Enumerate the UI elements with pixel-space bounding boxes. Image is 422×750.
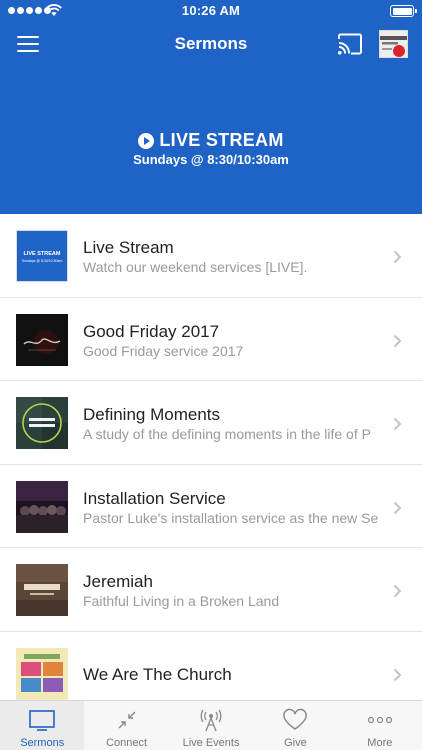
sermon-subtitle: Good Friday service 2017	[83, 342, 244, 359]
cast-icon[interactable]	[337, 33, 363, 55]
tab-label: Sermons	[20, 737, 65, 749]
tab-give[interactable]: Give	[253, 701, 337, 750]
tab-label: More	[367, 737, 393, 749]
chevron-right-icon	[393, 584, 402, 598]
sermon-item-good-friday[interactable]: Good Friday 2017 Good Friday service 201…	[0, 297, 422, 381]
sermon-subtitle: A study of the defining moments in the l…	[83, 426, 371, 442]
sermon-subtitle: Watch our weekend services [LIVE].	[83, 259, 308, 275]
sermon-item-live-stream[interactable]: LIVE STREAM Sundays @ 8:30/10:30am Live …	[0, 214, 422, 298]
defining-moments-thumbnail	[16, 397, 68, 449]
status-time: 10:26 AM	[181, 3, 241, 18]
tab-sermons[interactable]: Sermons	[0, 701, 85, 750]
broadcast-tower-icon	[200, 709, 222, 732]
tab-label: Connect	[106, 737, 148, 749]
sermon-title: Defining Moments	[83, 405, 221, 424]
sermon-item-jeremiah[interactable]: Jeremiah Faithful Living in a Broken Lan…	[0, 548, 422, 632]
sermon-title: Jeremiah	[83, 572, 153, 591]
chevron-right-icon	[393, 334, 402, 347]
battery-icon	[390, 5, 417, 17]
we-are-the-church-thumbnail	[16, 647, 68, 700]
tab-live-events[interactable]: Live Events	[169, 701, 253, 750]
sermon-title: Good Friday 2017	[83, 321, 220, 341]
banner-title: LIVE STREAM	[159, 130, 284, 150]
sermon-title: Live Stream	[83, 238, 174, 257]
sermon-title: Installation Service	[83, 488, 226, 508]
chevron-right-icon	[393, 501, 402, 514]
avatar-image	[380, 31, 407, 57]
chevron-right-icon	[393, 668, 402, 681]
tab-label: Live Events	[182, 737, 240, 749]
chevron-right-icon	[393, 250, 402, 264]
installation-service-thumbnail	[16, 480, 68, 533]
sermon-list: LIVE STREAM Sundays @ 8:30/10:30am Live …	[0, 214, 422, 715]
sermon-subtitle: Faithful Living in a Broken Land	[83, 593, 280, 609]
thumbnail-subtitle: Sundays @ 8:30/10:30am	[21, 259, 63, 263]
connect-arrows-icon	[118, 711, 136, 729]
tv-icon	[29, 710, 56, 731]
live-stream-thumbnail: LIVE STREAM Sundays @ 8:30/10:30am	[16, 230, 68, 282]
tab-connect[interactable]: Connect	[84, 701, 168, 750]
tab-label: Give	[284, 737, 307, 749]
heart-icon	[283, 708, 308, 730]
tab-more[interactable]: More	[338, 701, 422, 750]
profile-avatar[interactable]	[379, 30, 408, 58]
live-stream-banner[interactable]: LIVE STREAM Sundays @ 8:30/10:30am	[0, 66, 422, 214]
play-icon	[138, 132, 155, 149]
sermon-item-defining-moments[interactable]: Defining Moments A study of the defining…	[0, 381, 422, 465]
banner-subtitle: Sundays @ 8:30/10:30am	[133, 152, 289, 167]
nav-bar: Sermons	[0, 22, 422, 66]
jeremiah-thumbnail	[16, 564, 68, 616]
chevron-right-icon	[393, 417, 402, 431]
sermon-item-installation-service[interactable]: Installation Service Pastor Luke's insta…	[0, 464, 422, 548]
thumbnail-title: LIVE STREAM	[23, 251, 61, 257]
tab-bar: Sermons Connect Live Events Give More	[0, 700, 422, 750]
sermon-subtitle: Pastor Luke's installation service as th…	[83, 509, 379, 526]
sermon-title: We Are The Church	[83, 664, 232, 684]
good-friday-thumbnail	[16, 313, 68, 366]
status-bar: 10:26 AM	[0, 0, 422, 22]
more-dots-icon	[367, 716, 392, 724]
